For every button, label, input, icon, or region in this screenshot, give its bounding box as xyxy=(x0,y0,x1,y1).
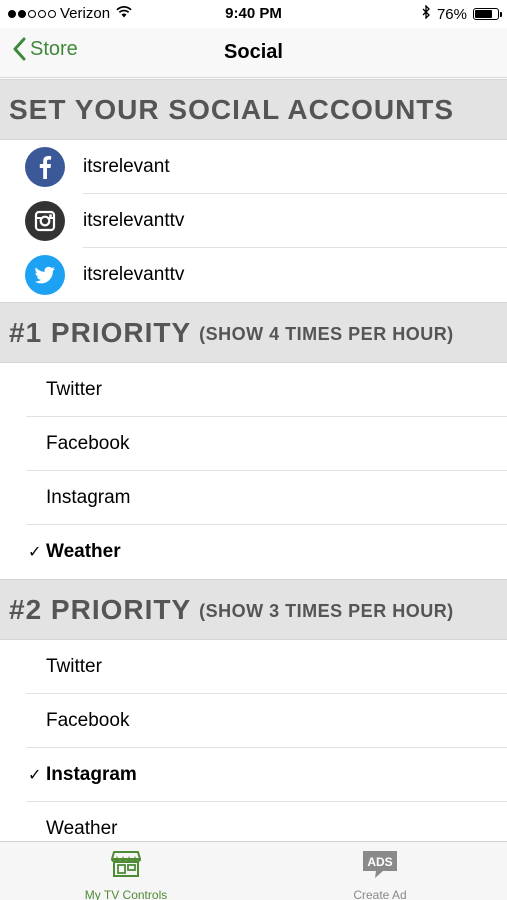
ads-icon-text: ADS xyxy=(367,855,392,869)
tab-my-tv-controls[interactable]: My TV Controls xyxy=(46,848,206,900)
ads-icon: ADS xyxy=(300,848,460,880)
option-label: Twitter xyxy=(46,379,102,400)
section-title: #2 PRIORITY xyxy=(9,593,192,625)
account-handle: itsrelevant xyxy=(83,156,170,177)
page-title: Social xyxy=(224,41,283,63)
priority-1-option-instagram[interactable]: Instagram xyxy=(0,471,507,525)
option-label: Weather xyxy=(46,818,118,839)
priority-2-options: Twitter Facebook ✓ Instagram Weather xyxy=(0,640,507,841)
priority-1-options: Twitter Facebook Instagram ✓ Weather xyxy=(0,363,507,579)
checkmark-icon: ✓ xyxy=(28,544,42,561)
option-label: Instagram xyxy=(46,764,137,785)
settings-list[interactable]: SET YOUR SOCIAL ACCOUNTS itsrelevant its… xyxy=(0,79,507,841)
instagram-icon xyxy=(25,201,65,241)
account-row-twitter[interactable]: itsrelevanttv xyxy=(0,248,507,302)
tab-bar: My TV Controls ADS Create Ad xyxy=(0,841,507,900)
priority-1-option-weather[interactable]: ✓ Weather xyxy=(0,525,507,579)
status-right: 76% xyxy=(422,4,502,23)
option-label: Twitter xyxy=(46,656,102,677)
facebook-icon xyxy=(25,147,65,187)
section-title: SET YOUR SOCIAL ACCOUNTS xyxy=(9,93,455,125)
twitter-icon xyxy=(25,255,65,295)
account-row-facebook[interactable]: itsrelevant xyxy=(0,140,507,194)
priority-2-option-facebook[interactable]: Facebook xyxy=(0,694,507,748)
status-bar: Verizon 9:40 PM 76% xyxy=(0,0,507,28)
priority-2-option-twitter[interactable]: Twitter xyxy=(0,640,507,694)
option-label: Instagram xyxy=(46,487,131,508)
priority-2-option-weather[interactable]: Weather xyxy=(0,802,507,841)
option-label: Facebook xyxy=(46,710,130,731)
account-handle: itsrelevanttv xyxy=(83,210,185,231)
section-header-priority-1: #1 PRIORITY (SHOW 4 TIMES PER HOUR) xyxy=(0,302,507,363)
tab-label: Create Ad xyxy=(353,888,407,900)
battery-fill xyxy=(475,10,492,18)
navigation-bar: Store Social xyxy=(0,28,507,78)
priority-2-option-instagram[interactable]: ✓ Instagram xyxy=(0,748,507,802)
priority-1-option-facebook[interactable]: Facebook xyxy=(0,417,507,471)
section-title: #1 PRIORITY xyxy=(9,316,192,348)
bluetooth-icon xyxy=(422,4,431,23)
section-subtitle: (SHOW 3 TIMES PER HOUR) xyxy=(199,601,454,621)
battery-percent: 76% xyxy=(436,5,467,23)
option-label: Facebook xyxy=(46,433,130,454)
option-label: Weather xyxy=(46,541,121,562)
tab-create-ad[interactable]: ADS Create Ad xyxy=(300,848,460,900)
tab-label: My TV Controls xyxy=(84,888,168,900)
storefront-icon xyxy=(46,848,206,880)
section-subtitle: (SHOW 4 TIMES PER HOUR) xyxy=(199,324,454,344)
battery-icon xyxy=(473,8,502,20)
checkmark-icon: ✓ xyxy=(28,767,42,784)
section-header-accounts: SET YOUR SOCIAL ACCOUNTS xyxy=(0,79,507,140)
section-header-priority-2: #2 PRIORITY (SHOW 3 TIMES PER HOUR) xyxy=(0,579,507,640)
priority-1-option-twitter[interactable]: Twitter xyxy=(0,363,507,417)
account-handle: itsrelevanttv xyxy=(83,264,185,285)
account-row-instagram[interactable]: itsrelevanttv xyxy=(0,194,507,248)
